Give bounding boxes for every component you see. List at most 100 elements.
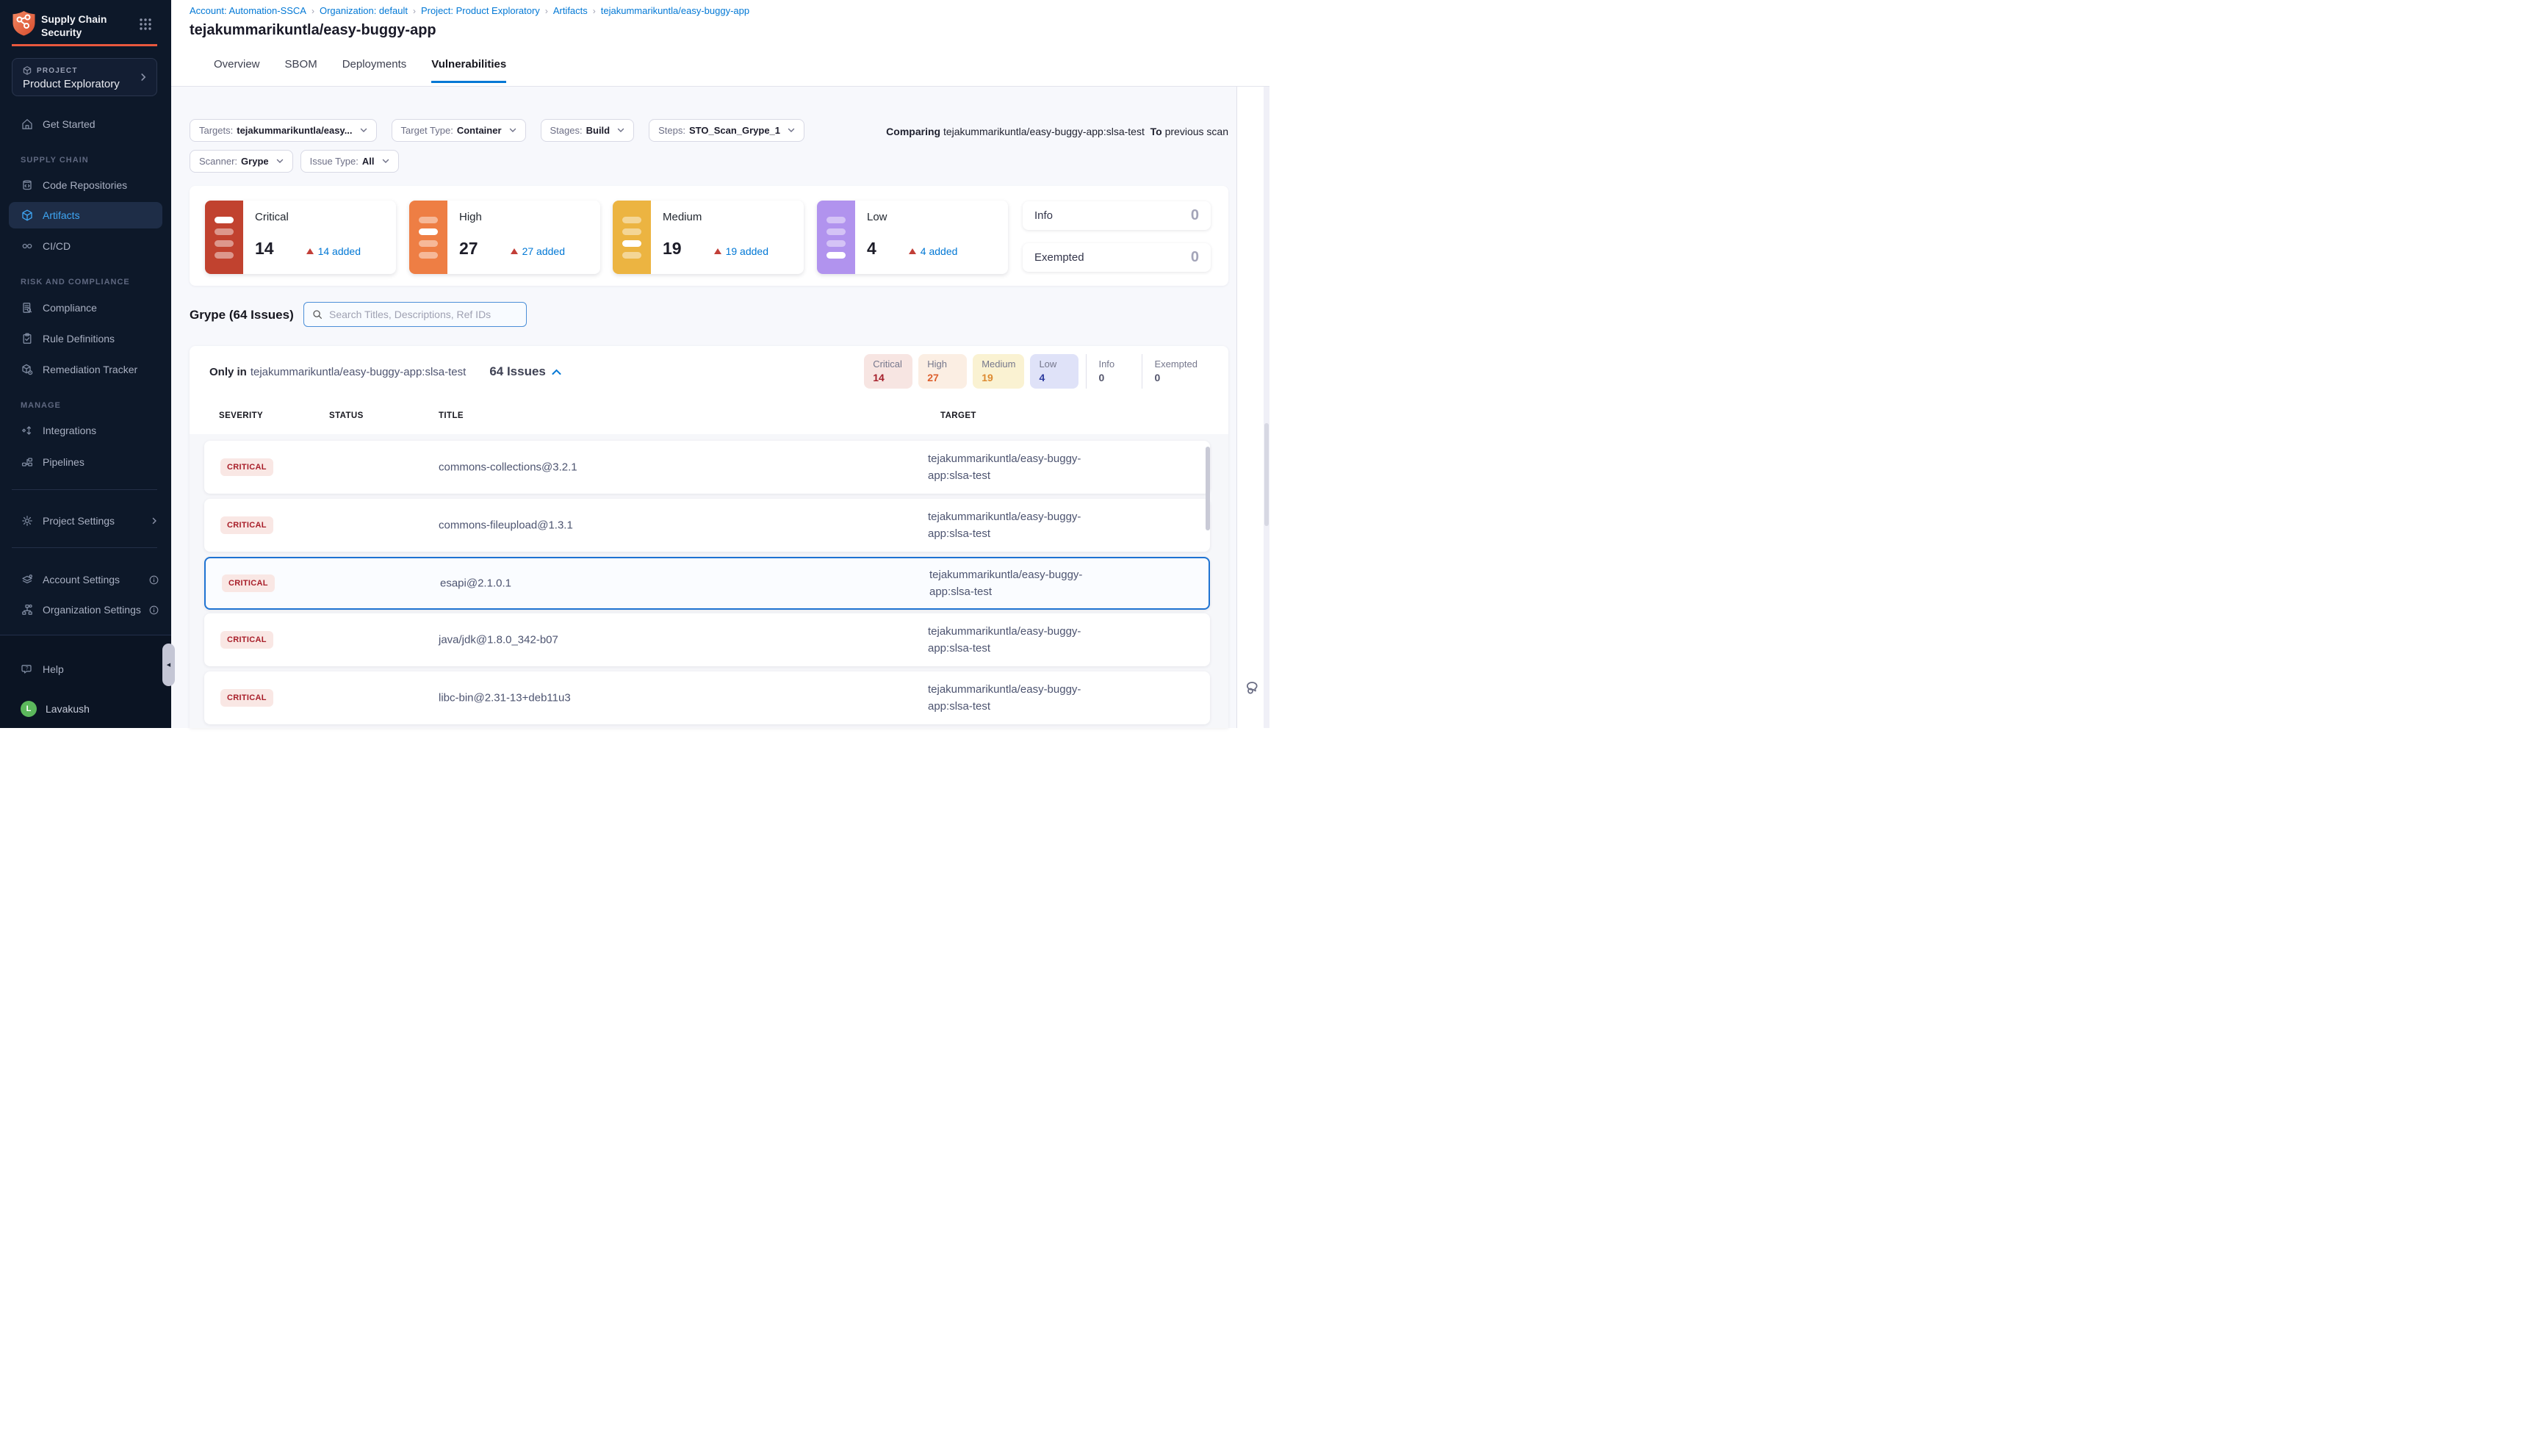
project-selector[interactable]: PROJECT Product Exploratory	[12, 58, 157, 96]
filter-row-2: Scanner: Grype Issue Type: All	[190, 150, 399, 173]
column-header-title: TITLE	[439, 411, 464, 420]
chip-low[interactable]: Low4	[1030, 354, 1078, 389]
severity-card-low[interactable]: Low 4 4 added	[817, 201, 1008, 274]
filter-value: Build	[586, 125, 611, 136]
tab-deployments[interactable]: Deployments	[342, 58, 407, 83]
org-tree-gear-icon	[21, 603, 34, 616]
severity-card-medium[interactable]: Medium 19 19 added	[613, 201, 804, 274]
sidebar-item-compliance[interactable]: Compliance	[0, 295, 171, 321]
sidebar-item-account-settings[interactable]: Account Settings	[0, 566, 171, 593]
sidebar-item-label: CI/CD	[43, 240, 71, 252]
sidebar-item-user[interactable]: L Lavakush	[0, 696, 171, 722]
sidebar-item-label: Rule Definitions	[43, 333, 115, 345]
severity-badge: CRITICAL	[222, 574, 275, 592]
sidebar-item-label: Integrations	[43, 425, 96, 436]
sidebar-item-label: Code Repositories	[43, 179, 127, 191]
issue-row-selected[interactable]: CRITICAL esapi@2.1.0.1 tejakummarikuntla…	[204, 557, 1210, 610]
added-link[interactable]: 19 added	[714, 245, 768, 257]
tab-sbom[interactable]: SBOM	[285, 58, 317, 83]
severity-card-critical[interactable]: Critical 14 14 added	[205, 201, 396, 274]
user-name: Lavakush	[46, 703, 90, 715]
added-link[interactable]: 14 added	[306, 245, 361, 257]
sidebar-item-artifacts[interactable]: Artifacts	[9, 202, 162, 228]
severity-card-count: 0	[1191, 207, 1199, 224]
chevron-up-icon	[552, 369, 561, 375]
filter-issue-type[interactable]: Issue Type: All	[300, 150, 399, 173]
filter-value: Grype	[241, 156, 269, 167]
sidebar-item-label: Pipelines	[43, 456, 84, 468]
issues-count-toggle[interactable]: 64 Issues	[489, 364, 561, 379]
issue-row[interactable]: CRITICAL libc-bin@2.31-13+deb11u3 tejaku…	[204, 671, 1210, 724]
filter-target-type[interactable]: Target Type: Container	[392, 119, 526, 142]
issue-target: tejakummarikuntla/easy-buggy-app:slsa-te…	[929, 566, 1087, 601]
comparing-label: Comparing	[886, 126, 940, 137]
sidebar-item-label: Compliance	[43, 302, 97, 314]
comparing-target[interactable]: previous scan	[1165, 126, 1228, 137]
sidebar-item-remediation-tracker[interactable]: Remediation Tracker	[0, 356, 171, 383]
breadcrumb-artifact-name[interactable]: tejakummarikuntla/easy-buggy-app	[601, 5, 749, 16]
severity-card-count: 19	[663, 239, 682, 259]
tab-overview[interactable]: Overview	[214, 58, 260, 83]
comparing-to-label: To	[1150, 126, 1162, 137]
sidebar-item-rule-definitions[interactable]: Rule Definitions	[0, 325, 171, 352]
filter-steps[interactable]: Steps: STO_Scan_Grype_1	[649, 119, 804, 142]
issue-row[interactable]: CRITICAL commons-collections@3.2.1 tejak…	[204, 441, 1210, 494]
severity-badge: CRITICAL	[220, 458, 273, 476]
chip-high[interactable]: High27	[918, 354, 967, 389]
filter-targets[interactable]: Targets: tejakummarikuntla/easy...	[190, 119, 377, 142]
issue-title: esapi@2.1.0.1	[440, 577, 511, 590]
sidebar-item-pipelines[interactable]: Pipelines	[0, 449, 171, 475]
sidebar-item-organization-settings[interactable]: Organization Settings	[0, 597, 171, 623]
severity-card-high[interactable]: High 27 27 added	[409, 201, 600, 274]
severity-card-label: Exempted	[1034, 251, 1084, 264]
breadcrumb-separator: ›	[593, 6, 596, 16]
filter-label: Stages:	[550, 125, 583, 136]
severity-card-info[interactable]: Info 0	[1023, 201, 1211, 230]
sidebar-item-integrations[interactable]: Integrations	[0, 417, 171, 444]
filter-scanner[interactable]: Scanner: Grype	[190, 150, 293, 173]
filter-stages[interactable]: Stages: Build	[541, 119, 635, 142]
breadcrumb-account[interactable]: Account: Automation-SSCA	[190, 5, 306, 16]
sidebar-item-get-started[interactable]: Get Started	[0, 111, 171, 137]
chip-info[interactable]: Info0	[1086, 354, 1134, 389]
only-in-summary: Only in tejakummarikuntla/easy-buggy-app…	[209, 364, 561, 379]
sidebar-item-cicd[interactable]: CI/CD	[0, 233, 171, 259]
breadcrumb-artifacts[interactable]: Artifacts	[553, 5, 588, 16]
sidebar-item-label: Account Settings	[43, 574, 120, 585]
breadcrumb-organization[interactable]: Organization: default	[320, 5, 408, 16]
support-chat-icon[interactable]	[1243, 677, 1264, 698]
breadcrumb-separator: ›	[311, 6, 314, 16]
table-scrollbar-thumb[interactable]	[1206, 447, 1210, 530]
sidebar-item-project-settings[interactable]: Project Settings	[0, 508, 171, 534]
search-input[interactable]	[329, 309, 519, 320]
brand-divider	[12, 44, 157, 46]
page-scrollbar-thumb[interactable]	[1264, 423, 1269, 526]
help-chat-icon: ?	[21, 663, 34, 676]
breadcrumb-project[interactable]: Project: Product Exploratory	[421, 5, 540, 16]
issue-row[interactable]: CRITICAL java/jdk@1.8.0_342-b07 tejakumm…	[204, 613, 1210, 666]
pipelines-icon	[21, 455, 34, 469]
issue-row[interactable]: CRITICAL commons-fileupload@1.3.1 tejaku…	[204, 499, 1210, 552]
project-name: Product Exploratory	[23, 78, 120, 90]
sidebar-divider	[12, 547, 157, 548]
section-risk-and-compliance: RISK AND COMPLIANCE	[21, 278, 130, 286]
scanner-section-heading: Grype (64 Issues)	[190, 308, 294, 322]
severity-summary-panel: Critical 14 14 added High 27 27 added Me…	[190, 186, 1228, 286]
sidebar-item-help[interactable]: ? Help	[0, 656, 171, 682]
page-scrollbar-track[interactable]	[1264, 0, 1270, 728]
chip-exempted[interactable]: Exempted0	[1142, 354, 1206, 389]
tab-vulnerabilities[interactable]: Vulnerabilities	[431, 58, 506, 83]
severity-card-exempted[interactable]: Exempted 0	[1023, 243, 1211, 272]
supply-chain-security-logo-icon	[12, 10, 36, 36]
app-grid-icon[interactable]	[139, 18, 152, 31]
gear-icon	[21, 514, 34, 527]
sidebar: Supply Chain Security PROJECT Product Ex…	[0, 0, 171, 728]
added-link[interactable]: 27 added	[511, 245, 565, 257]
issue-title: java/jdk@1.8.0_342-b07	[439, 634, 558, 646]
svg-text:?: ?	[26, 666, 29, 671]
added-link[interactable]: 4 added	[909, 245, 958, 257]
chip-medium[interactable]: Medium19	[973, 354, 1024, 389]
sidebar-collapse-handle[interactable]: ◀	[162, 644, 175, 686]
chip-critical[interactable]: Critical14	[864, 354, 912, 389]
sidebar-item-code-repositories[interactable]: Code Repositories	[0, 172, 171, 198]
